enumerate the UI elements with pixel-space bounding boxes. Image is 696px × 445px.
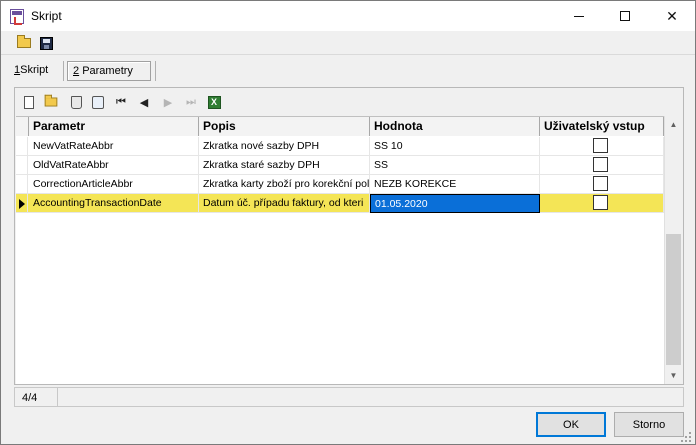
ok-button[interactable]: OK <box>536 412 606 437</box>
app-icon <box>10 9 24 25</box>
cell-parametr[interactable]: AccountingTransactionDate <box>29 194 199 213</box>
maximize-icon <box>620 11 630 21</box>
minimize-button[interactable] <box>556 1 602 31</box>
previous-record-button[interactable]: ◀ <box>136 94 152 110</box>
cancel-button[interactable]: Storno <box>614 412 684 437</box>
main-toolbar <box>1 31 695 55</box>
current-row-arrow-icon <box>19 199 25 209</box>
open-folder-button[interactable] <box>15 34 33 52</box>
open-icon <box>44 94 58 107</box>
user-input-checkbox[interactable] <box>593 195 608 210</box>
scroll-up-icon: ▲ <box>669 120 678 129</box>
cell-parametr[interactable]: NewVatRateAbbr <box>29 137 199 156</box>
column-header-parametr[interactable]: Parametr <box>29 117 199 136</box>
tab-parametry-label: Parametry <box>82 65 133 77</box>
cell-hodnota[interactable]: SS 10 <box>370 137 540 156</box>
user-input-checkbox[interactable] <box>593 157 608 172</box>
cell-parametr[interactable]: OldVatRateAbbr <box>29 156 199 175</box>
parameters-grid[interactable]: Parametr Popis Hodnota Uživatelský vstup… <box>16 116 664 384</box>
save-icon <box>39 36 53 50</box>
tab-skript-label: Skript <box>20 64 49 76</box>
cell-user-input <box>540 137 664 156</box>
minimize-icon <box>574 15 584 17</box>
scroll-thumb[interactable] <box>666 234 681 365</box>
row-indicator <box>16 194 28 213</box>
user-input-checkbox[interactable] <box>593 176 608 191</box>
tab-divider <box>63 61 64 81</box>
vertical-scrollbar[interactable]: ▲ ▼ <box>664 116 682 384</box>
close-icon: ✕ <box>666 7 678 24</box>
delete-record-button[interactable] <box>68 94 84 110</box>
new-record-button[interactable] <box>21 94 37 110</box>
save-button[interactable] <box>37 34 55 52</box>
prev-icon: ◀ <box>139 96 149 109</box>
cell-user-input <box>540 156 664 175</box>
first-record-button[interactable]: ⏮ <box>113 94 129 110</box>
status-bar: 4/4 <box>14 387 684 407</box>
row-indicator <box>16 137 28 156</box>
table-row[interactable]: CorrectionArticleAbbr Zkratka karty zbož… <box>16 175 664 194</box>
scroll-down-icon: ▼ <box>669 371 678 380</box>
last-icon: ⏭ <box>186 95 196 108</box>
export-excel-button[interactable]: X <box>206 94 222 110</box>
open-folder-icon <box>17 35 31 48</box>
last-record-button[interactable]: ⏭ <box>183 94 199 110</box>
column-header-hodnota[interactable]: Hodnota <box>370 117 540 136</box>
row-indicator <box>16 175 28 194</box>
cell-popis[interactable]: Zkratka karty zboží pro korekční pol <box>199 175 370 194</box>
header-row-indicator <box>16 117 29 136</box>
table-row[interactable]: NewVatRateAbbr Zkratka nové sazby DPH SS… <box>16 137 664 156</box>
open-record-button[interactable] <box>43 94 59 110</box>
cell-popis[interactable]: Datum úč. případu faktury, od kteri <box>199 194 370 213</box>
record-position: 4/4 <box>14 387 58 407</box>
next-record-button[interactable]: ▶ <box>160 94 176 110</box>
cell-user-input <box>540 194 664 213</box>
tab-divider <box>155 61 156 81</box>
cell-hodnota[interactable]: SS <box>370 156 540 175</box>
refresh-icon <box>92 95 104 109</box>
next-icon: ▶ <box>163 96 173 109</box>
parameters-panel: ⏮ ◀ ▶ ⏭ X Parametr Popis Hodnota Uživate… <box>14 87 684 385</box>
cell-hodnota-editing[interactable]: 01.05.2020 <box>370 194 540 213</box>
cell-user-input <box>540 175 664 194</box>
row-indicator <box>16 156 28 175</box>
tab-parametry[interactable]: 2 Parametry <box>67 61 151 81</box>
window-title: Skript <box>31 9 62 23</box>
column-header-user-input[interactable]: Uživatelský vstup <box>540 117 664 136</box>
grid-header: Parametr Popis Hodnota Uživatelský vstup <box>16 117 664 136</box>
close-button[interactable]: ✕ <box>649 1 695 31</box>
tab-strip: 1Skript 2 Parametry <box>1 57 695 85</box>
column-header-popis[interactable]: Popis <box>199 117 370 136</box>
cell-hodnota[interactable]: NEZB KOREKCE <box>370 175 540 194</box>
maximize-button[interactable] <box>602 1 648 31</box>
grid-toolbar: ⏮ ◀ ▶ ⏭ X <box>15 88 683 116</box>
cell-popis[interactable]: Zkratka nové sazby DPH <box>199 137 370 156</box>
user-input-checkbox[interactable] <box>593 138 608 153</box>
table-row[interactable]: OldVatRateAbbr Zkratka staré sazby DPH S… <box>16 156 664 175</box>
status-message <box>58 387 684 407</box>
cell-parametr[interactable]: CorrectionArticleAbbr <box>29 175 199 194</box>
resize-grip-icon[interactable] <box>681 432 693 444</box>
scroll-down-button[interactable]: ▼ <box>665 367 682 384</box>
cell-popis[interactable]: Zkratka staré sazby DPH <box>199 156 370 175</box>
title-bar[interactable]: Skript ✕ <box>1 1 695 31</box>
delete-icon <box>70 95 82 109</box>
tab-skript[interactable]: 1Skript <box>9 61 53 81</box>
first-icon: ⏮ <box>116 95 126 108</box>
script-window: Skript ✕ 1Skript 2 Parametry ⏮ ◀ ▶ ⏭ X P… <box>0 0 696 445</box>
new-icon <box>24 95 34 109</box>
refresh-button[interactable] <box>90 94 106 110</box>
scroll-up-button[interactable]: ▲ <box>665 116 682 133</box>
table-row-selected[interactable]: AccountingTransactionDate Datum úč. příp… <box>16 194 664 213</box>
excel-icon: X <box>207 95 221 109</box>
